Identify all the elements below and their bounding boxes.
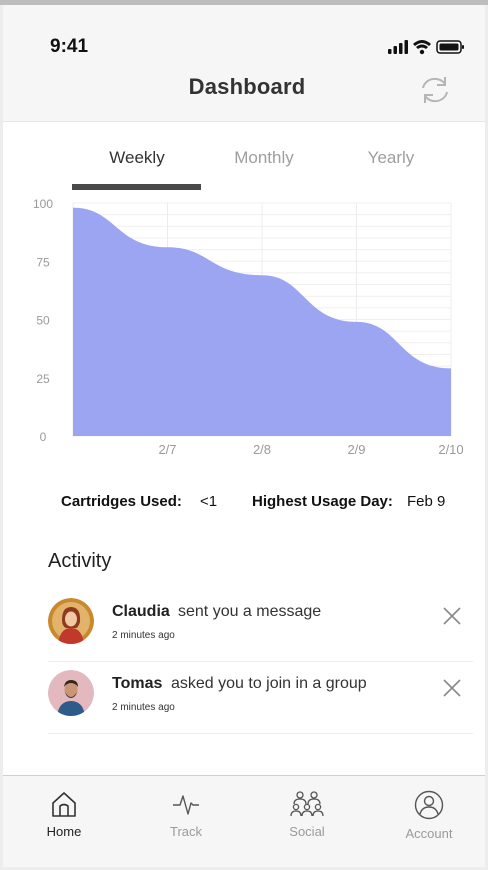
wifi-icon	[413, 40, 431, 55]
nav-label: Home	[46, 824, 82, 839]
close-icon[interactable]	[441, 605, 463, 627]
nav-label: Social	[289, 824, 325, 839]
battery-icon	[436, 40, 464, 54]
close-icon[interactable]	[441, 677, 463, 699]
x-tick-label: 2/8	[253, 442, 271, 457]
tab-monthly[interactable]: Monthly	[204, 148, 324, 168]
usage-stats: Cartridges Used: <1 Highest Usage Day: F…	[3, 493, 485, 517]
app-screen: 9:41 Dashboard Weekly Monthly Yearly 0 2…	[3, 5, 485, 867]
tomas-avatar-image	[48, 670, 94, 716]
y-tick-label: 25	[36, 372, 50, 386]
status-time: 9:41	[50, 36, 89, 57]
activity-user-name: Tomas	[112, 675, 163, 692]
avatar	[48, 598, 94, 644]
group-icon	[290, 791, 324, 817]
x-tick-label: 2/7	[158, 442, 176, 457]
y-tick-label: 0	[40, 430, 47, 444]
tab-yearly[interactable]: Yearly	[331, 148, 451, 168]
nav-item-track[interactable]: Track	[136, 790, 236, 839]
home-icon	[52, 792, 76, 817]
y-tick-label: 75	[36, 255, 50, 269]
period-tabs: Weekly Monthly Yearly	[3, 145, 485, 195]
activity-user-name: Claudia	[112, 603, 170, 620]
activity-message: sent you a message	[178, 603, 322, 620]
user-circle-icon	[414, 790, 444, 820]
nav-label: Account	[405, 826, 453, 841]
list-item[interactable]: Claudia sent you a message 2 minutes ago	[48, 589, 473, 662]
activity-timestamp: 2 minutes ago	[112, 702, 175, 713]
cartridges-used-value: <1	[200, 493, 218, 510]
bottom-navigation: Home Track Social Account	[3, 775, 485, 867]
app-header: 9:41 Dashboard	[3, 5, 485, 122]
activity-timestamp: 2 minutes ago	[112, 630, 175, 641]
activity-pulse-icon	[173, 795, 199, 815]
page-title: Dashboard	[188, 74, 306, 99]
claudia-avatar-image	[48, 598, 94, 644]
avatar	[48, 670, 94, 716]
nav-item-home[interactable]: Home	[14, 790, 114, 839]
y-tick-label: 100	[33, 197, 53, 211]
nav-item-account[interactable]: Account	[379, 790, 479, 841]
y-tick-label: 50	[36, 314, 50, 328]
highest-usage-value: Feb 9	[407, 493, 446, 510]
refresh-icon[interactable]	[418, 73, 452, 107]
cartridges-used-label: Cartridges Used:	[61, 493, 182, 510]
tab-weekly[interactable]: Weekly	[77, 148, 197, 168]
status-icons	[388, 40, 464, 55]
x-tick-label: 2/9	[347, 442, 365, 457]
signal-icon	[388, 40, 408, 54]
nav-item-social[interactable]: Social	[257, 790, 357, 839]
activity-heading: Activity	[48, 550, 112, 572]
active-tab-indicator	[72, 184, 201, 190]
list-item[interactable]: Tomas asked you to join in a group 2 min…	[48, 661, 473, 734]
usage-area-chart: 0 25 50 75 100 2/7 2/8 2/9 2/10	[33, 197, 464, 457]
nav-label: Track	[169, 824, 203, 839]
activity-message: asked you to join in a group	[171, 675, 367, 692]
x-tick-label: 2/10	[438, 442, 463, 457]
highest-usage-label: Highest Usage Day:	[252, 493, 393, 510]
